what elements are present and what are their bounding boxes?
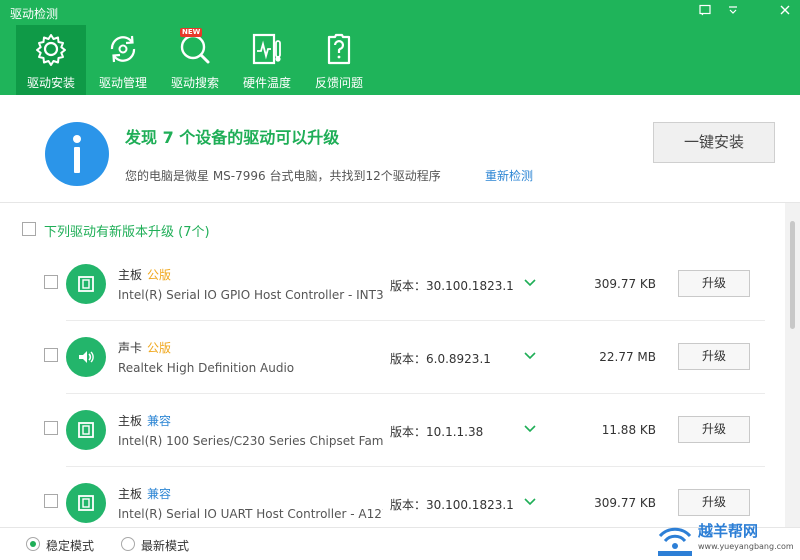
title-bar: 驱动检测 (0, 0, 800, 25)
tab-driver-install[interactable]: 驱动安装 (16, 25, 86, 95)
driver-badge: 公版 (147, 341, 172, 355)
driver-checkbox[interactable] (44, 494, 58, 508)
chip-icon (66, 264, 106, 304)
chip-icon (66, 410, 106, 450)
driver-version: 版本：10.1.1.38 (390, 425, 484, 439)
upgrade-button[interactable]: 升级 (678, 343, 750, 370)
driver-badge: 公版 (147, 268, 172, 282)
gear-icon (36, 34, 66, 66)
upgrade-button[interactable]: 升级 (678, 489, 750, 516)
group-label: 下列驱动有新版本升级 (7个) (44, 225, 210, 240)
tab-feedback[interactable]: 反馈问题 (304, 25, 374, 95)
driver-version: 版本：30.100.1823.1 (390, 279, 514, 293)
driver-badge: 兼容 (147, 487, 172, 501)
driver-row: 主板 兼容 Intel(R) 100 Series/C230 Series Ch… (0, 394, 785, 467)
driver-version: 版本：30.100.1823.1 (390, 498, 514, 512)
driver-name: Realtek High Definition Audio (118, 361, 295, 375)
driver-category: 主板 (118, 414, 143, 428)
install-all-button[interactable]: 一键安装 (653, 122, 775, 163)
summary-headline: 发现 7 个设备的驱动可以升级 (125, 128, 340, 147)
stable-mode-radio[interactable] (26, 537, 40, 551)
driver-checkbox[interactable] (44, 421, 58, 435)
watermark-url: www.yueyangbang.com (698, 542, 794, 551)
main-nav: 驱动安装 驱动管理 NEW 驱动搜索 硬件温度 反馈问题 (0, 25, 800, 95)
driver-category: 主板 (118, 268, 143, 282)
driver-row: 声卡 公版 Realtek High Definition Audio 版本：6… (0, 321, 785, 394)
tab-label: 驱动管理 (98, 76, 147, 90)
feedback-icon[interactable] (694, 3, 716, 21)
driver-category: 主板 (118, 487, 143, 501)
thermometer-icon (252, 33, 281, 65)
rescan-link[interactable]: 重新检测 (485, 167, 533, 184)
tab-label: 反馈问题 (314, 76, 363, 90)
driver-size: 22.77 MB (599, 350, 656, 364)
tab-hardware-temperature[interactable]: 硬件温度 (232, 25, 302, 95)
menu-icon[interactable] (722, 3, 744, 21)
summary-description: 您的电脑是微星 MS-7996 台式电脑，共找到12个驱动程序 (125, 169, 441, 183)
driver-name: Intel(R) 100 Series/C230 Series Chipset … (118, 434, 383, 448)
driver-list: 下列驱动有新版本升级 (7个) 主板 公版 Intel(R) Serial IO… (0, 203, 800, 527)
chip-icon (66, 483, 106, 523)
driver-checkbox[interactable] (44, 275, 58, 289)
tab-label: 驱动安装 (26, 76, 75, 90)
driver-version: 版本：6.0.8923.1 (390, 352, 491, 366)
chevron-down-icon[interactable] (522, 275, 538, 291)
latest-mode-label: 最新模式 (141, 539, 190, 553)
question-icon (327, 33, 351, 65)
latest-mode-radio[interactable] (121, 537, 135, 551)
driver-name: Intel(R) Serial IO UART Host Controller … (118, 507, 383, 521)
info-icon (45, 122, 109, 186)
driver-checkbox[interactable] (44, 348, 58, 362)
driver-size: 309.77 KB (594, 277, 656, 291)
driver-category: 声卡 (118, 341, 143, 355)
watermark-text: 越羊帮网 (698, 522, 759, 540)
wifi-logo-icon (658, 527, 692, 556)
tab-label: 硬件温度 (242, 76, 291, 90)
tab-driver-manage[interactable]: 驱动管理 (88, 25, 158, 95)
driver-size: 11.88 KB (601, 423, 656, 437)
stable-mode-label: 稳定模式 (46, 539, 95, 553)
driver-size: 309.77 KB (594, 496, 656, 510)
upgrade-button[interactable]: 升级 (678, 270, 750, 297)
new-badge: NEW (180, 28, 203, 37)
driver-badge: 兼容 (147, 414, 172, 428)
chevron-down-icon[interactable] (522, 348, 538, 364)
scrollbar-thumb[interactable] (790, 221, 795, 329)
driver-row: 主板 公版 Intel(R) Serial IO GPIO Host Contr… (0, 248, 785, 321)
driver-name: Intel(R) Serial IO GPIO Host Controller … (118, 288, 383, 302)
speaker-icon (66, 337, 106, 377)
scan-summary: 发现 7 个设备的驱动可以升级 您的电脑是微星 MS-7996 台式电脑，共找到… (0, 95, 800, 203)
select-all-checkbox[interactable] (22, 222, 36, 236)
site-watermark: 越羊帮网 www.yueyangbang.com (648, 514, 800, 560)
refresh-manage-icon (110, 35, 136, 63)
tab-driver-search[interactable]: NEW 驱动搜索 (160, 25, 230, 95)
chevron-down-icon[interactable] (522, 421, 538, 437)
window-title: 驱动检测 (10, 7, 59, 21)
tab-label: 驱动搜索 (170, 76, 219, 90)
chevron-down-icon[interactable] (522, 494, 538, 510)
list-scrollbar[interactable] (785, 203, 800, 527)
upgrade-button[interactable]: 升级 (678, 416, 750, 443)
close-icon[interactable] (774, 3, 796, 21)
